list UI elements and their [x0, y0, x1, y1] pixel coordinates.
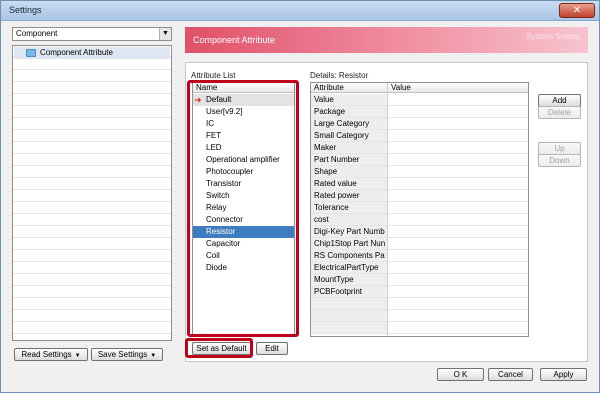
- tree-item-component-attribute[interactable]: Component Attribute: [14, 47, 170, 59]
- window-title: Settings: [9, 5, 42, 15]
- attribute-name: RS Components Pa: [314, 251, 385, 260]
- add-label: Add: [552, 96, 567, 105]
- details-label: Details: Resistor: [310, 71, 369, 80]
- attribute-name: ElectricalPartType: [314, 263, 379, 272]
- table-row[interactable]: MountType: [311, 274, 528, 286]
- table-row[interactable]: Large Category: [311, 118, 528, 130]
- table-row[interactable]: cost: [311, 214, 528, 226]
- attribute-name: Shape: [314, 167, 338, 176]
- attribute-list-label: Attribute List: [191, 71, 236, 80]
- banner-title: Component Attribute: [193, 35, 276, 45]
- grid-header-value: Value: [391, 83, 411, 92]
- attribute-name: MountType: [314, 275, 354, 284]
- details-grid[interactable]: Attribute Value Value Package Large Catego…: [310, 82, 529, 337]
- close-icon: ✕: [572, 5, 582, 16]
- delete-label: Delete: [547, 108, 572, 117]
- table-row[interactable]: Small Category: [311, 130, 528, 142]
- up-label: Up: [554, 144, 565, 153]
- attribute-name: Large Category: [314, 119, 370, 128]
- folder-icon: [26, 49, 36, 57]
- table-row[interactable]: Rated value: [311, 178, 528, 190]
- attribute-name: Package: [314, 107, 346, 116]
- attribute-name: Value: [314, 95, 334, 104]
- attribute-name: Rated value: [314, 179, 357, 188]
- tree-item-label: Component Attribute: [40, 48, 113, 57]
- save-settings-button[interactable]: Save Settings ▼: [91, 348, 163, 361]
- table-row[interactable]: Part Number: [311, 154, 528, 166]
- table-row[interactable]: Package: [311, 106, 528, 118]
- table-row[interactable]: Shape: [311, 166, 528, 178]
- table-row[interactable]: Maker: [311, 142, 528, 154]
- attribute-name: Tolerance: [314, 203, 349, 212]
- attribute-name: Rated power: [314, 191, 360, 200]
- grid-header-attribute: Attribute: [314, 83, 344, 92]
- read-settings-button[interactable]: Read Settings ▼: [14, 348, 88, 361]
- table-row[interactable]: [311, 310, 528, 322]
- table-row[interactable]: Value: [311, 94, 528, 106]
- attribute-cell-bg: [311, 298, 387, 309]
- table-row[interactable]: RS Components Pa: [311, 250, 528, 262]
- table-row[interactable]: [311, 322, 528, 334]
- grid-header: Attribute Value: [311, 83, 528, 93]
- delete-button[interactable]: Delete: [538, 106, 581, 119]
- edit-label: Edit: [265, 344, 279, 353]
- table-row[interactable]: Tolerance: [311, 202, 528, 214]
- down-button[interactable]: Down: [538, 154, 581, 167]
- chevron-down-icon[interactable]: ▼: [159, 28, 171, 40]
- attribute-name: Small Category: [314, 131, 369, 140]
- attribute-name: Maker: [314, 143, 337, 152]
- settings-tree: Component Attribute: [12, 45, 172, 341]
- cancel-button[interactable]: Cancel: [488, 368, 533, 381]
- highlight-box: [185, 338, 253, 358]
- attribute-name: Chip1Stop Part Nun: [314, 239, 386, 248]
- read-settings-label: Read Settings: [21, 350, 72, 359]
- caret-down-icon: ▼: [74, 353, 81, 359]
- table-row[interactable]: Rated power: [311, 190, 528, 202]
- banner-subtitle: System Setting: [526, 32, 580, 41]
- down-label: Down: [549, 156, 570, 165]
- save-settings-label: Save Settings: [97, 350, 148, 359]
- ok-label: O K: [453, 370, 468, 379]
- table-row[interactable]: ElectricalPartType: [311, 262, 528, 274]
- attribute-cell-bg: [311, 322, 387, 333]
- table-row[interactable]: Chip1Stop Part Nun: [311, 238, 528, 250]
- attribute-name: cost: [314, 215, 329, 224]
- category-combo[interactable]: Component ▼: [12, 27, 172, 41]
- table-row[interactable]: Digi-Key Part Numb: [311, 226, 528, 238]
- close-button[interactable]: ✕: [559, 3, 595, 18]
- attribute-name: Part Number: [314, 155, 360, 164]
- category-combo-value: Component: [16, 29, 58, 38]
- apply-button[interactable]: Apply: [540, 368, 587, 381]
- highlight-box: [187, 80, 299, 337]
- table-row[interactable]: [311, 298, 528, 310]
- edit-button[interactable]: Edit: [256, 342, 288, 355]
- section-banner: Component Attribute System Setting: [185, 27, 588, 53]
- attribute-name: Digi-Key Part Numb: [314, 227, 385, 236]
- table-row[interactable]: PCBFootprint: [311, 286, 528, 298]
- ok-button[interactable]: O K: [437, 368, 484, 381]
- attribute-cell-bg: [311, 310, 387, 321]
- apply-label: Apply: [553, 370, 574, 379]
- caret-down-icon: ▼: [150, 353, 157, 359]
- cancel-label: Cancel: [498, 370, 523, 379]
- attribute-name: PCBFootprint: [314, 287, 363, 296]
- title-bar: Settings ✕: [1, 1, 599, 21]
- column-separator: [387, 83, 388, 336]
